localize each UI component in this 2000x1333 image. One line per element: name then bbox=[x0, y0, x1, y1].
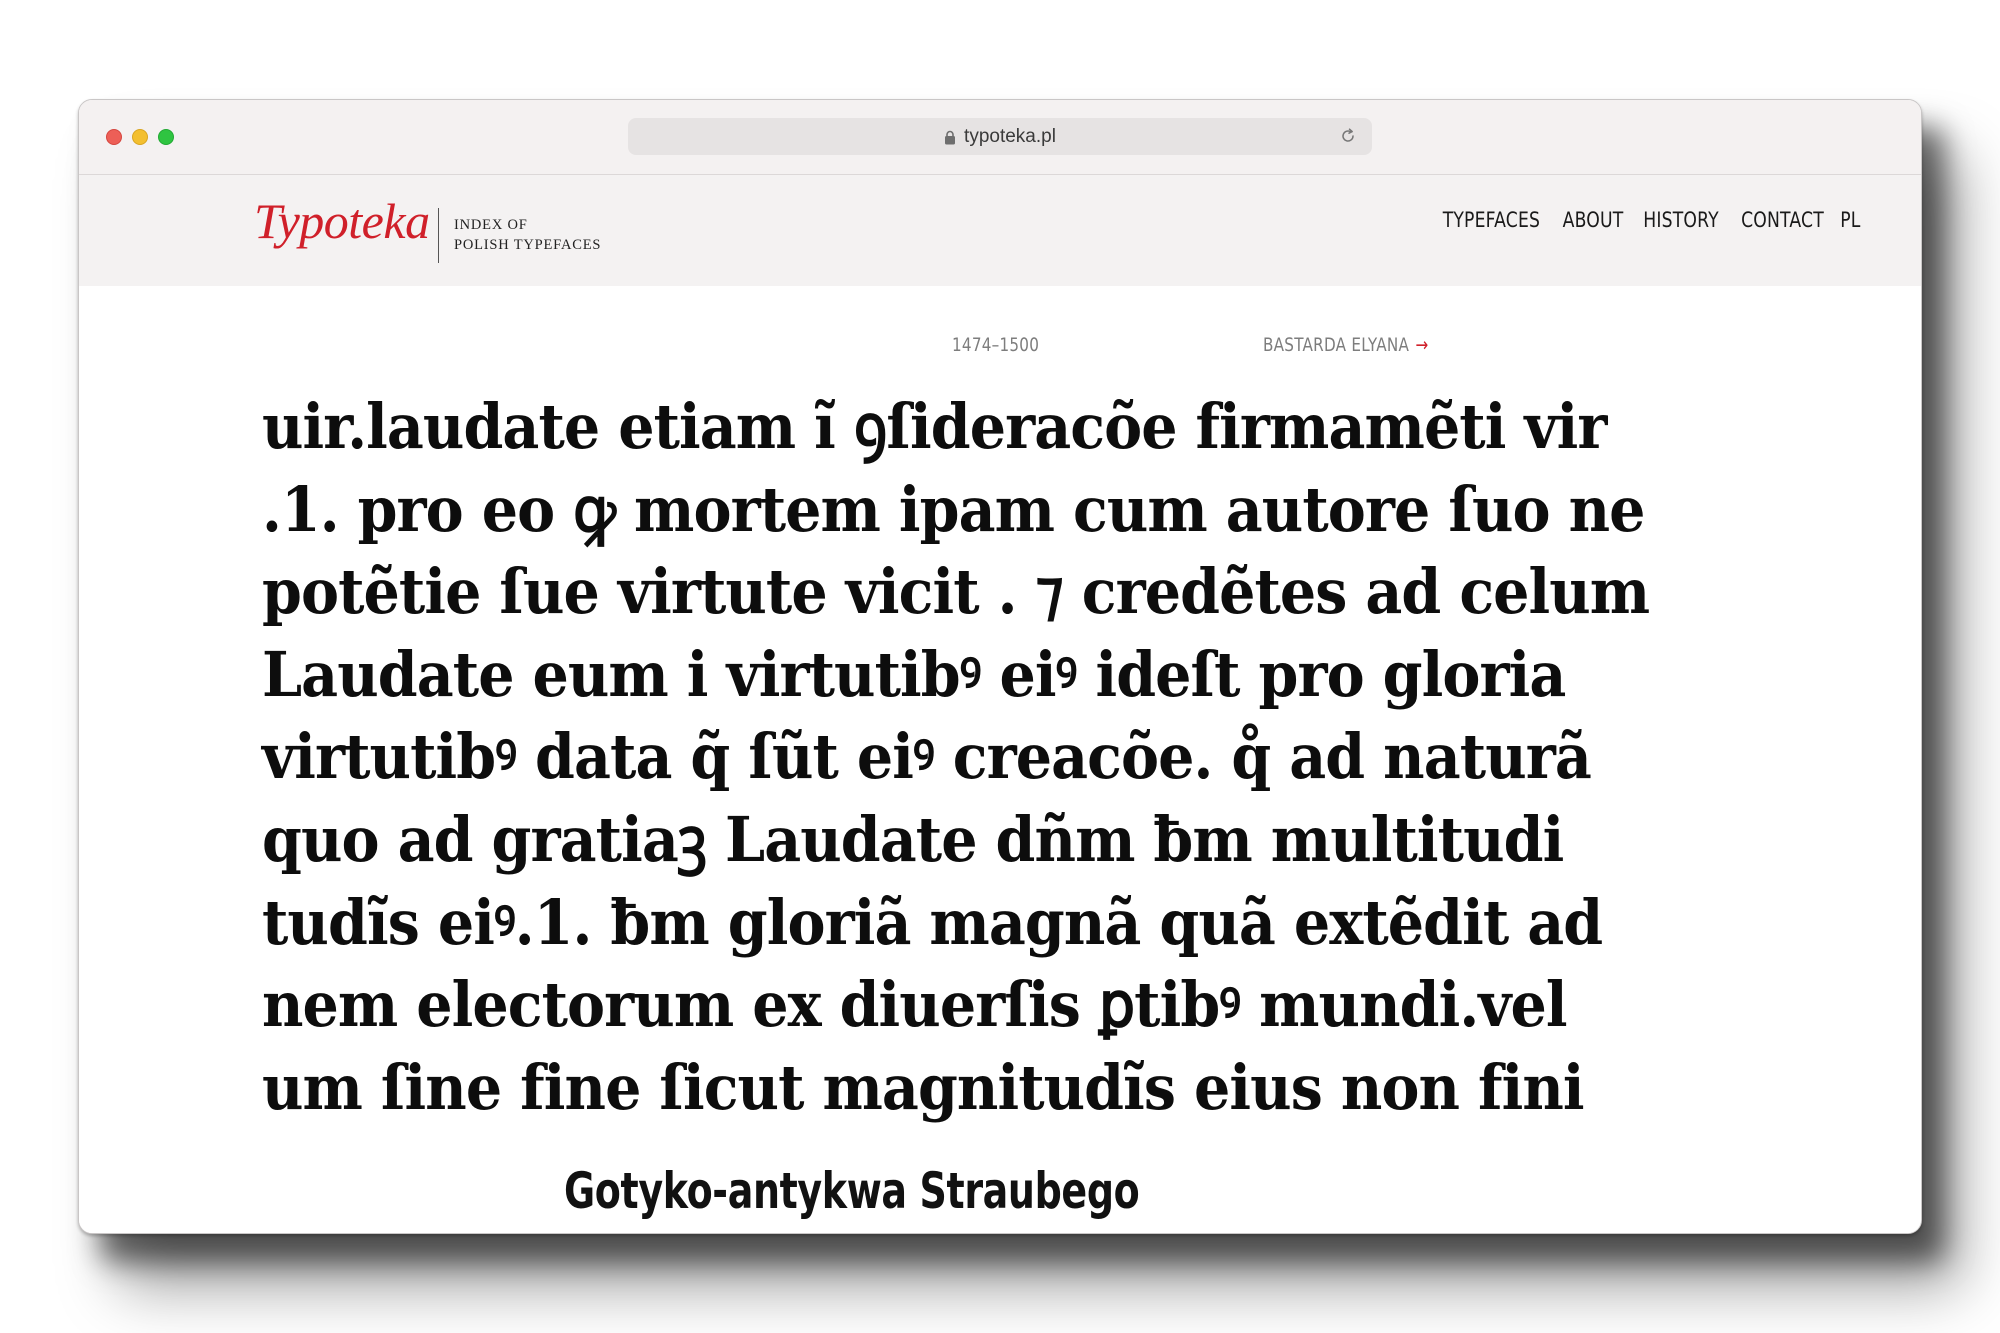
specimen-line: quo ad gratiaꝫ Laudate dñm ƀm multitudi bbox=[262, 802, 1564, 876]
nav-item-typefaces[interactable]: TYPEFACES bbox=[1443, 208, 1540, 232]
typeface-name: Gotyko-antykwa Straubego bbox=[564, 1162, 1140, 1220]
specimen-line: .1. pro eo ꝙ mortem ipam cum autore ſuo … bbox=[262, 472, 1645, 546]
specimen-line: potẽtie ſue virtute vicit . ⁊ credẽtes a… bbox=[262, 555, 1650, 629]
specimen-line: tudĩs eiꝰ.1. ƀm gloriã magnã quã extẽdit… bbox=[262, 885, 1603, 959]
nav-item-history[interactable]: HISTORY bbox=[1643, 208, 1719, 232]
address-bar[interactable]: typoteka.pl bbox=[628, 118, 1372, 155]
maximize-window-button[interactable] bbox=[158, 129, 174, 145]
tagline-line-2: POLISH TYPEFACES bbox=[454, 237, 602, 253]
date-range: 1474–1500 bbox=[952, 334, 1040, 356]
specimen-line: uir.laudate etiam ĩ ꝯſideracõe firmamẽti… bbox=[262, 390, 1607, 463]
next-typeface-label: BASTARDA ELYANA bbox=[1263, 334, 1410, 356]
specimen-line: nem electorum ex diuerſis ꝑtibꝰ mundi.ve… bbox=[262, 968, 1568, 1042]
browser-titlebar: typoteka.pl bbox=[79, 100, 1921, 175]
site-header: Typoteka INDEX OF POLISH TYPEFACES TYPEF… bbox=[79, 175, 1921, 286]
specimen-line: Laudate eum i virtutibꝰ eiꝰ ideſt pro gl… bbox=[262, 637, 1566, 711]
typeface-specimen: uir.laudate etiam ĩ ꝯſideracõe firmamẽti… bbox=[262, 386, 1832, 1129]
browser-window: typoteka.pl Typoteka INDEX OF POLISH TYP… bbox=[78, 99, 1922, 1234]
reload-icon[interactable] bbox=[1339, 127, 1357, 145]
logo-divider bbox=[438, 208, 439, 263]
nav-item-language-pl[interactable]: PL bbox=[1840, 208, 1860, 232]
tagline-line-1: INDEX OF bbox=[454, 217, 528, 233]
arrow-right-icon: → bbox=[1415, 334, 1429, 356]
nav-item-contact[interactable]: CONTACT bbox=[1741, 208, 1824, 232]
specimen-line: virtutibꝰ data q̃ ſũt eiꝰ creacõe. q̊ ad… bbox=[262, 720, 1592, 794]
nav-item-about[interactable]: ABOUT bbox=[1563, 208, 1624, 232]
site-logo[interactable]: Typoteka bbox=[254, 192, 430, 250]
minimize-window-button[interactable] bbox=[132, 129, 148, 145]
site-tagline: INDEX OF POLISH TYPEFACES bbox=[454, 215, 601, 255]
page-content: 1474–1500 BASTARDA ELYANA → uir.laudate e… bbox=[79, 286, 1921, 1233]
specimen-line: um ſine fine ſicut magnitudĩs eius non f… bbox=[262, 1050, 1585, 1124]
url-text: typoteka.pl bbox=[964, 125, 1056, 147]
main-nav: TYPEFACES ABOUT HISTORY CONTACT PL bbox=[1440, 208, 1861, 232]
lock-icon bbox=[945, 130, 956, 145]
close-window-button[interactable] bbox=[106, 129, 122, 145]
next-typeface-link[interactable]: BASTARDA ELYANA → bbox=[1263, 334, 1429, 356]
